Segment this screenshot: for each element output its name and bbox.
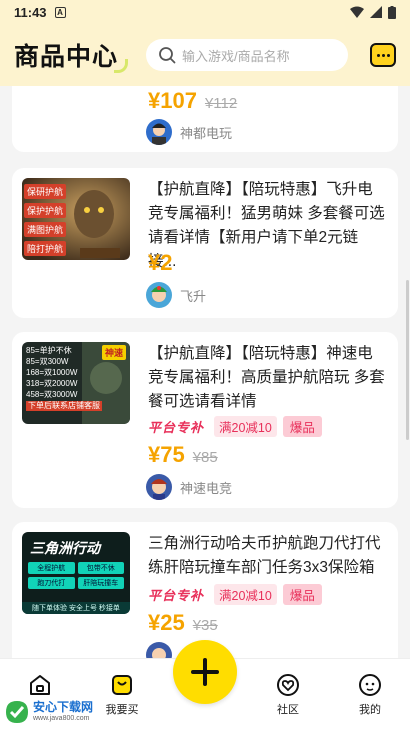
watermark-text: 安心下载网: [33, 700, 94, 714]
thumb-line: 满图护航: [24, 222, 67, 237]
publish-button[interactable]: [173, 640, 237, 704]
home-icon: [30, 675, 50, 695]
thumb-cell: 包带不休: [77, 562, 124, 574]
product-title: 【护航直降】【陪玩特惠】神速电竞专属福利！高质量护航陪玩 多套餐可选请看详情: [148, 345, 385, 410]
product-tags: 平台专补 满20减10 爆品: [148, 584, 322, 605]
thumb-cell: 肝陪玩撞车: [77, 577, 124, 589]
nav-community-label: 社区: [277, 704, 299, 716]
thumb-line: 保研护航: [24, 184, 67, 199]
plus-icon: [191, 658, 219, 686]
original-price: ¥85: [192, 449, 218, 466]
search-placeholder: 输入游戏/商品名称: [182, 48, 290, 64]
seller[interactable]: 神都电玩: [146, 119, 232, 145]
seller[interactable]: [146, 642, 172, 658]
product-card[interactable]: 保研护航 保护护航 满图护航 陪打护航 【护航直降】【陪玩特惠】飞升电竞专属福利…: [12, 168, 398, 318]
seller-name: 神都电玩: [180, 125, 233, 141]
community-icon: [277, 674, 299, 696]
nav-mine[interactable]: 我的: [340, 673, 400, 717]
thumb-footer: 随下单体验 安全上号 秒接单: [32, 605, 120, 612]
price-row: ¥25 ¥35: [148, 610, 218, 636]
thumb-badge: 神速: [101, 345, 126, 360]
avatar: [146, 642, 172, 658]
thumb-line: 85=单护不休: [26, 346, 72, 355]
watermark-logo-icon: [6, 701, 28, 723]
product-tags: 平台专补 满20减10 爆品: [148, 416, 322, 437]
avatar: [146, 119, 172, 145]
thumb-line: 318=双2000W: [26, 379, 78, 388]
tag-promo: 满20减10: [214, 584, 277, 605]
product-card[interactable]: 三角洲行动 全程护航 包带不休 跑刀代打 肝陪玩撞车 随下单体验 安全上号 秒接…: [12, 522, 398, 658]
scrollbar[interactable]: [406, 280, 409, 440]
thumb-cell: 全程护航: [28, 562, 75, 574]
thumb-cell: 跑刀代打: [28, 577, 75, 589]
thumb-line: 85=双300W: [26, 357, 69, 366]
price: ¥75: [148, 442, 185, 467]
battery-icon: [388, 5, 396, 19]
thumb-line: 陪打护航: [24, 241, 67, 256]
seller[interactable]: 飞升: [146, 282, 206, 308]
original-price: ¥35: [192, 617, 218, 634]
watermark: 安心下载网 www.java800.com: [2, 696, 106, 728]
notification-icon: A: [54, 6, 66, 18]
search-icon: [159, 47, 176, 64]
app-header: 商品中心 输入游戏/商品名称: [0, 24, 410, 86]
product-title: 【护航直降】【陪玩特惠】飞升电竞专属福利！猛男萌妹 多套餐可选请看详情【新用户请…: [148, 181, 385, 270]
page-title: 商品中心: [14, 37, 129, 73]
status-time: 11:43: [14, 4, 47, 20]
shopping-bag-icon: [112, 675, 132, 695]
page-title-text: 商品中心: [14, 43, 119, 71]
product-card[interactable]: 神速 85=单护不休 85=双300W 168=双1000W 318=双2000…: [12, 332, 398, 508]
wifi-icon: [350, 6, 364, 18]
thumb-line: 下单后联系店铺客服: [26, 401, 102, 411]
price: ¥107: [148, 88, 197, 113]
tag-hot: 爆品: [282, 416, 322, 437]
thumb-line: 168=双1000W: [26, 368, 78, 377]
price-row: ¥107 ¥112: [148, 88, 237, 114]
product-thumbnail: 保研护航 保护护航 满图护航 陪打护航: [22, 178, 130, 260]
price: ¥2: [148, 250, 173, 275]
tag-promo: 满20减10: [214, 416, 277, 437]
product-title: 三角洲行动哈夫币护航跑刀代打代练肝陪玩撞车部门任务3x3保险箱: [148, 535, 381, 576]
seller[interactable]: 神速电竞: [146, 474, 232, 500]
seller-name: 飞升: [180, 288, 207, 304]
original-price: ¥112: [204, 95, 238, 112]
thumb-title: 三角洲行动: [30, 540, 100, 556]
avatar: [146, 282, 172, 308]
nav-buy-label: 我要买: [105, 704, 139, 716]
tag-platform-subsidy: 平台专补: [148, 588, 205, 603]
price: ¥25: [148, 610, 185, 635]
nav-mine-label: 我的: [359, 704, 381, 716]
signal-icon: [370, 6, 382, 18]
price-row: ¥2: [148, 250, 172, 276]
seller-name: 神速电竞: [180, 480, 233, 496]
product-card[interactable]: ¥107 ¥112 神都电玩: [12, 86, 398, 152]
nav-community[interactable]: 社区: [258, 673, 318, 717]
product-thumbnail: 神速 85=单护不休 85=双300W 168=双1000W 318=双2000…: [22, 342, 130, 424]
thumb-line: 保护护航: [24, 203, 67, 218]
status-bar: 11:43 A: [0, 0, 410, 24]
profile-icon: [359, 674, 381, 696]
tag-platform-subsidy: 平台专补: [148, 420, 205, 435]
watermark-url: www.java800.com: [33, 715, 90, 722]
product-thumbnail: 三角洲行动 全程护航 包带不休 跑刀代打 肝陪玩撞车 随下单体验 安全上号 秒接…: [22, 532, 130, 614]
title-decoration: [114, 59, 129, 73]
product-list[interactable]: ¥107 ¥112 神都电玩 保研护航 保护护航 满图护航 陪打护航 【护航直降…: [0, 86, 410, 658]
tag-hot: 爆品: [282, 584, 322, 605]
thumb-line: 458=双3000W: [26, 390, 78, 399]
message-icon[interactable]: [370, 43, 396, 67]
avatar: [146, 474, 172, 500]
price-row: ¥75 ¥85: [148, 442, 218, 468]
search-input[interactable]: 输入游戏/商品名称: [146, 39, 349, 71]
